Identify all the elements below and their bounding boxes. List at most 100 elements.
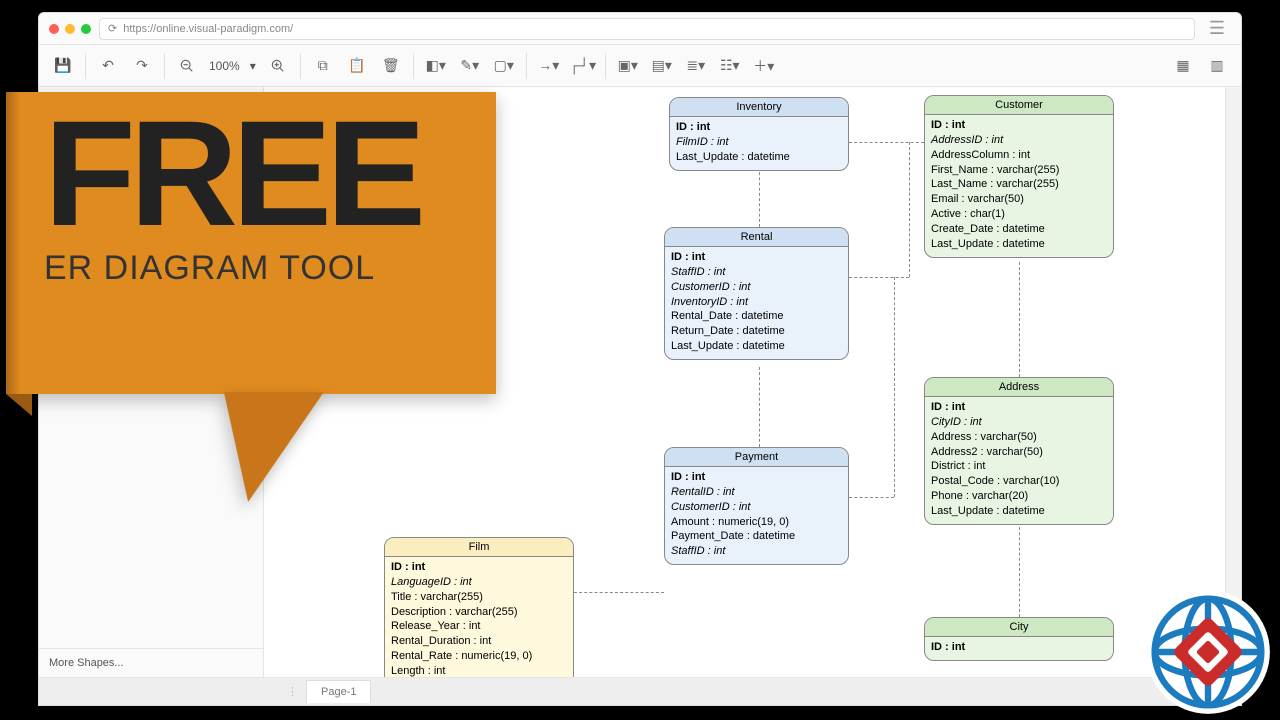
entity-customer[interactable]: Customer ID : intAddressID : intAddressCo… (924, 95, 1114, 258)
relationship-line[interactable] (574, 592, 664, 593)
relationship-line[interactable] (894, 277, 895, 497)
entity-payment[interactable]: Payment ID : intRentalID : intCustomerID … (664, 447, 849, 565)
entity-header: Film (385, 538, 573, 557)
entity-column: Active : char(1) (931, 207, 1107, 222)
more-shapes-link[interactable]: More Shapes... (39, 648, 263, 677)
undo-icon[interactable]: ↶ (92, 50, 124, 82)
relationship-line[interactable] (1019, 522, 1020, 617)
zoom-out-icon[interactable] (171, 50, 203, 82)
browser-chrome: ⟳ https://online.visual-paradigm.com/ ☰ (39, 13, 1241, 45)
relationship-line[interactable] (1019, 262, 1020, 377)
menu-icon[interactable]: ☰ (1203, 18, 1231, 39)
paste-icon[interactable]: 📋 (341, 50, 373, 82)
delete-icon[interactable]: 🗑 (375, 50, 407, 82)
connector-style-icon[interactable]: →▾ (533, 50, 565, 82)
entity-inventory[interactable]: InventoryID : intFilmID : intLast_Update… (669, 97, 849, 171)
entity-column: LanguageID : int (391, 575, 567, 590)
entity-address[interactable]: AddressID : intCityID : intAddress : var… (924, 377, 1114, 525)
format-panel-icon[interactable]: ▦ (1167, 50, 1199, 82)
entity-column: Description : varchar(255) (391, 605, 567, 620)
entity-column: CustomerID : int (671, 280, 842, 295)
entity-column: AddressID : int (931, 133, 1107, 148)
save-icon[interactable]: 💾 (47, 50, 79, 82)
sidebar: Search Shapes ▼ Entity Relationship More… (39, 87, 264, 677)
align-icon[interactable]: ≣▾ (680, 50, 712, 82)
relationship-line[interactable] (759, 367, 760, 447)
reload-icon[interactable]: ⟳ (108, 22, 117, 35)
zoom-in-icon[interactable] (262, 50, 294, 82)
entity-column: First_Name : varchar(255) (931, 163, 1107, 178)
entity-column: FilmID : int (676, 135, 842, 150)
to-back-icon[interactable]: ▤▾ (646, 50, 678, 82)
entity-column: ID : int (391, 560, 567, 575)
entity-column: Rental_Rate : numeric(19, 0) (391, 649, 567, 664)
shape-entity-yellow[interactable] (39, 151, 263, 181)
entity-rental[interactable]: Rental ID : intStaffID : intCustomerID : … (664, 227, 849, 360)
entity-column: CustomerID : int (671, 500, 842, 515)
entity-column: Email : varchar(50) (931, 192, 1107, 207)
entity-column: ID : int (931, 118, 1107, 133)
entity-column: AddressColumn : int (931, 148, 1107, 163)
search-input[interactable]: Search Shapes (45, 93, 257, 119)
chevron-down-icon[interactable]: ▾ (246, 59, 260, 73)
address-bar[interactable]: ⟳ https://online.visual-paradigm.com/ (99, 18, 1195, 40)
shape-entity-green[interactable] (39, 181, 263, 211)
entity-header: Payment (665, 448, 848, 467)
redo-icon[interactable]: ↷ (126, 50, 158, 82)
toolbar: 💾 ↶ ↷ 100%▾ ⧉ 📋 🗑 ◧▾ ✎▾ ▢▾ →▾ ┌┘▾ ▣▾ ▤▾ … (39, 45, 1241, 87)
distribute-icon[interactable]: ☷▾ (714, 50, 746, 82)
shadow-icon[interactable]: ▢▾ (488, 50, 520, 82)
canvas[interactable]: FilmID : intLanguageID : intTitle : varc… (264, 87, 1225, 677)
line-color-icon[interactable]: ✎▾ (454, 50, 486, 82)
copy-icon[interactable]: ⧉ (307, 50, 339, 82)
main: Search Shapes ▼ Entity Relationship More… (39, 87, 1241, 677)
entity-column: Release_Year : int (391, 619, 567, 634)
entity-film[interactable]: FilmID : intLanguageID : intTitle : varc… (384, 537, 574, 677)
entity-header: Address (925, 378, 1113, 397)
entity-column: Phone : varchar(20) (931, 489, 1107, 504)
entity-column: Payment_Date : datetime (671, 529, 842, 544)
fill-color-icon[interactable]: ◧▾ (420, 50, 452, 82)
relationship-line[interactable] (849, 277, 909, 278)
relationship-line[interactable] (909, 142, 910, 277)
shape-group-label: Entity Relationship (59, 134, 150, 146)
waypoint-icon[interactable]: ┌┘▾ (567, 50, 599, 82)
entity-column: InventoryID : int (671, 295, 842, 310)
relationship-line[interactable] (759, 167, 760, 227)
entity-column: Length : int (391, 664, 567, 677)
maximize-icon[interactable] (81, 24, 91, 34)
page-tabs: ⋮ Page-1 (39, 677, 1241, 705)
to-front-icon[interactable]: ▣▾ (612, 50, 644, 82)
entity-header: Inventory (670, 98, 848, 117)
tab-grip-icon[interactable]: ⋮ (279, 685, 306, 698)
relationship-line[interactable] (849, 142, 924, 143)
outline-panel-icon[interactable]: ▥ (1201, 50, 1233, 82)
entity-column: ID : int (676, 120, 842, 135)
entity-column: ID : int (671, 250, 842, 265)
entity-column: StaffID : int (671, 265, 842, 280)
entity-column: ID : int (931, 640, 1107, 655)
entity-column: ID : int (931, 400, 1107, 415)
entity-column: Postal_Code : varchar(10) (931, 474, 1107, 489)
entity-column: Last_Name : varchar(255) (931, 177, 1107, 192)
entity-column: Last_Update : datetime (671, 339, 842, 354)
add-icon[interactable]: ＋▾ (748, 50, 780, 82)
entity-column: Amount : numeric(19, 0) (671, 515, 842, 530)
entity-column: Address : varchar(50) (931, 430, 1107, 445)
close-icon[interactable] (49, 24, 59, 34)
tab-page-1[interactable]: Page-1 (306, 680, 371, 703)
entity-header: Rental (665, 228, 848, 247)
url-text: https://online.visual-paradigm.com/ (123, 23, 293, 35)
entity-column: ID : int (671, 470, 842, 485)
shape-group-header[interactable]: ▼ Entity Relationship (39, 129, 263, 151)
entity-column: Return_Date : datetime (671, 324, 842, 339)
relationship-line[interactable] (849, 497, 894, 498)
window-controls (49, 24, 91, 34)
minimize-icon[interactable] (65, 24, 75, 34)
entity-header: Customer (925, 96, 1113, 115)
entity-city[interactable]: CityID : int (924, 617, 1114, 661)
entity-column: RentalID : int (671, 485, 842, 500)
entity-column: District : int (931, 459, 1107, 474)
zoom-level[interactable]: 100% (205, 59, 244, 73)
entity-column: Last_Update : datetime (931, 237, 1107, 252)
